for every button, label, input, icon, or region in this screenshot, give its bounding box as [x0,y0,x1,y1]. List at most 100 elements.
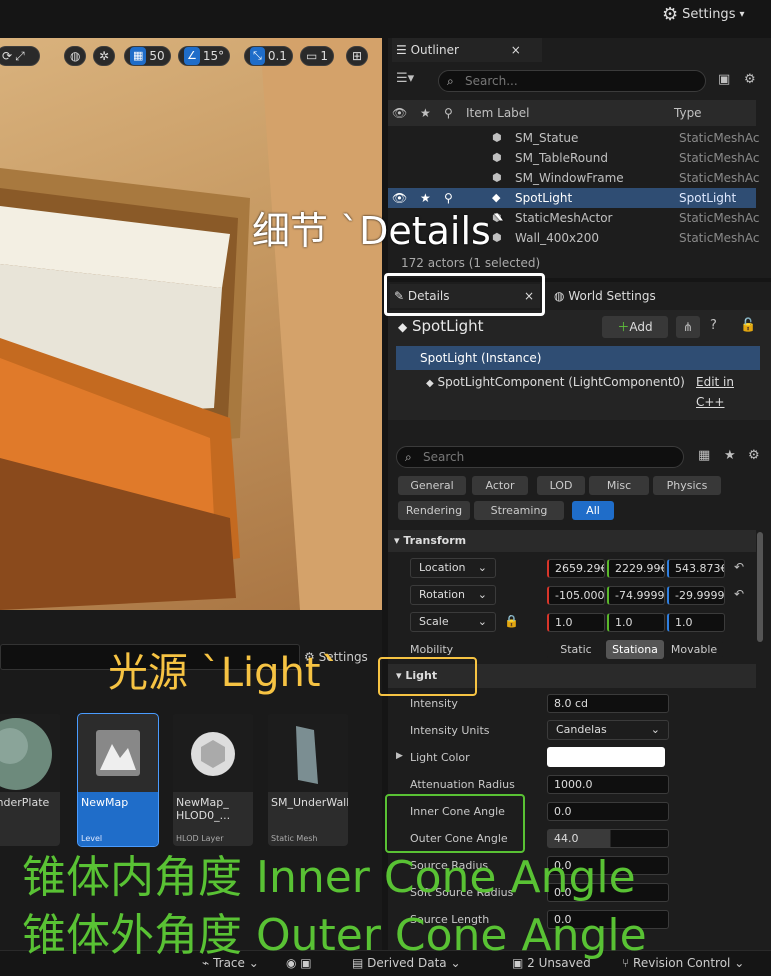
details-search-input[interactable]: ⌕ Search [396,446,684,468]
viewport-scene [0,38,382,610]
filter-chip-lod[interactable]: LOD [537,476,585,495]
transform-tools[interactable]: ⟳ ⤢ [0,46,40,66]
layout-icon: ⊞ [352,49,363,63]
top-toolbar: ⚙ Settings ▾ [0,0,771,38]
rotation-snap[interactable]: ∠ 15° [178,46,231,66]
rotation-y-field[interactable]: -74.9999 [607,586,665,605]
row-label: SM_Statue [515,131,579,145]
layout-button[interactable]: ⊞ [346,46,369,66]
inner-cone-field[interactable]: 0.0 [547,802,669,821]
plus-icon: ＋ [617,320,630,334]
add-component-button[interactable]: ＋Add [602,316,668,338]
rotation-z-field[interactable]: -29.9999 [667,586,725,605]
instance-row[interactable]: SpotLight (Instance) [396,346,760,370]
tab-world-settings[interactable]: ◍ World Settings [554,284,656,308]
row-type: StaticMeshAc [679,231,760,245]
light-color-swatch[interactable] [547,747,665,767]
scale-x-field[interactable]: 1.0 [547,613,605,632]
static-mesh-icon: ⬢ [492,171,502,184]
row-label: SM_TableRound [515,151,608,165]
table-view-icon[interactable]: ▦ [698,448,710,463]
outliner-header: 👁 ★ ⚲ Item Label Type [388,100,756,126]
lock-icon[interactable]: 🔒 [504,614,519,628]
light-color-label: Light Color [410,751,470,764]
filter-chip-misc[interactable]: Misc [589,476,649,495]
static-mesh-icon: ⬢ [492,131,502,144]
outliner-row[interactable]: ⬢ SM_Statue StaticMeshAc [388,128,760,148]
mobility-stationa[interactable]: Stationa [606,640,664,659]
chevron-down-icon: ▾ [739,9,745,20]
world-local-button[interactable]: ◍ [64,46,87,66]
scale-dropdown[interactable]: Scale ⌄ [410,612,496,632]
row-label: SpotLight [515,191,573,205]
reset-icon[interactable]: ↶ [734,560,744,574]
gear-icon[interactable]: ⚙ [744,72,756,87]
outer-cone-field[interactable]: 44.0 [547,829,669,848]
scale-z-field[interactable]: 1.0 [667,613,725,632]
col-type[interactable]: Type [674,100,702,126]
asset-tile[interactable]: NewMap_ HLOD0_... HLOD Layer [173,714,253,846]
location-x-field[interactable]: 2659.29€ [547,559,605,578]
filter-chip-actor[interactable]: Actor [472,476,528,495]
transform-section[interactable]: ▾ Transform [388,530,756,552]
gear-icon[interactable]: ⚙ [748,448,760,463]
asset-tile[interactable]: SM_UnderWall Static Mesh [268,714,348,846]
col-item-label[interactable]: Item Label [466,100,530,126]
mobility-static[interactable]: Static [547,640,605,659]
camera-speed[interactable]: ▭ 1 [300,46,334,66]
row-type: StaticMeshAc [679,211,760,225]
filter-chip-rendering[interactable]: Rendering [398,501,470,520]
mobility-movable[interactable]: Movable [665,640,723,659]
rotation-dropdown[interactable]: Rotation ⌄ [410,585,496,605]
spotlight-icon: ◆ [426,378,434,389]
reset-icon[interactable]: ↶ [734,587,744,601]
blueprint-button[interactable]: ⋔ [676,316,700,338]
rotation-x-field[interactable]: -105.000 [547,586,605,605]
filter-chip-general[interactable]: General [398,476,466,495]
scale-icon: ⤡ [250,47,265,65]
annotation-details: 细节 `Details` [252,209,510,253]
spotlight-icon: ◆ [398,320,408,334]
row-type: StaticMeshAc [679,131,760,145]
asset-tile[interactable]: _UnderPlate erial [0,714,60,846]
hierarchy-icon: ⋔ [682,320,694,334]
outliner-row[interactable]: ⬢ SM_WindowFrame StaticMeshAc [388,168,760,188]
lock-icon[interactable]: 🔓 [740,318,756,333]
star-icon[interactable]: ★ [724,448,736,463]
attenuation-field[interactable]: 1000.0 [547,775,669,794]
row-type: SpotLight [679,191,737,205]
filter-icon[interactable]: ☰▾ [396,71,414,86]
refresh-icon: ⟳ [2,49,13,63]
asset-tile-selected[interactable]: NewMap Level [77,713,159,847]
add-folder-icon[interactable]: ▣ [718,72,730,87]
scale-snap[interactable]: ⤡ 0.1 [244,46,293,66]
edit-cpp-link[interactable]: Edit in C++ [696,372,760,412]
angle-icon: ∠ [184,47,200,65]
intensity-units-dropdown[interactable]: Candelas ⌄ [547,720,669,740]
globe-icon: ◍ [70,49,81,63]
intensity-field[interactable]: 8.0 cd [547,694,669,713]
help-icon[interactable]: ? [710,318,717,333]
search-icon: ⌕ [405,450,412,464]
static-mesh-icon: ⬢ [492,151,502,164]
level-viewport[interactable]: ⟳ ⤢ ◍ ✲ ▦ 50 ∠ 15° ⤡ 0.1 ▭ 1 ⊞ [0,38,382,610]
tab-outliner[interactable]: ☰ Outliner × [392,38,542,62]
chevron-down-icon: ⌄ [650,723,660,736]
settings-menu[interactable]: ⚙ Settings ▾ [662,4,745,25]
filter-chip-all[interactable]: All [572,501,614,520]
filter-chip-streaming[interactable]: Streaming [474,501,564,520]
scale-y-field[interactable]: 1.0 [607,613,665,632]
outliner-search-input[interactable]: ⌕ Search... [438,70,706,92]
grid-snap[interactable]: ▦ 50 [124,46,171,66]
hlod-thumbnail [173,714,253,792]
expand-icon[interactable]: ▶ [396,751,403,761]
gear-icon: ⚙ [662,4,679,25]
details-scrollbar[interactable] [757,532,763,642]
location-dropdown[interactable]: Location ⌄ [410,558,496,578]
component-row[interactable]: ◆ SpotLightComponent (LightComponent0) Ed… [396,372,760,409]
surface-snap-button[interactable]: ✲ [93,46,116,66]
outliner-row[interactable]: ⬢ SM_TableRound StaticMeshAc [388,148,760,168]
filter-chip-physics[interactable]: Physics [653,476,721,495]
location-y-field[interactable]: 2229.99€ [607,559,665,578]
location-z-field[interactable]: 543.873€ [667,559,725,578]
